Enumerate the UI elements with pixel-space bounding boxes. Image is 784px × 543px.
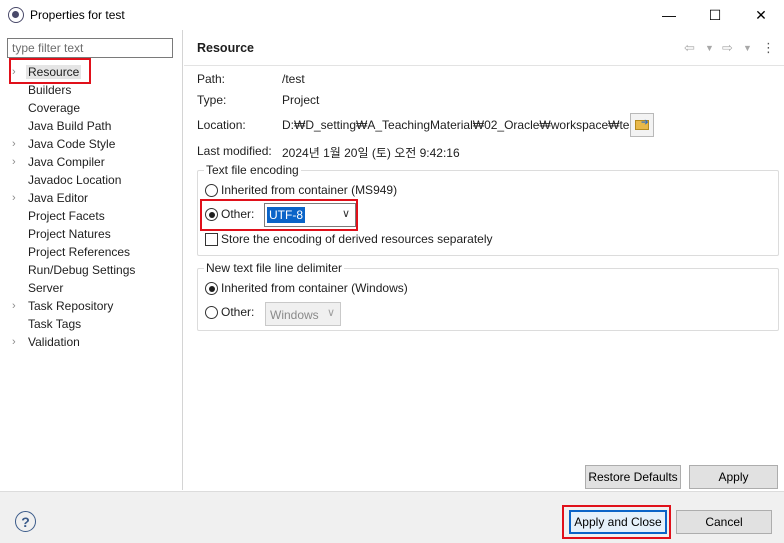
- eclipse-icon: [8, 7, 24, 23]
- window-title: Properties for test: [30, 8, 125, 22]
- tree-item-project-references[interactable]: Project References: [0, 243, 183, 261]
- title-bar: Properties for test — ☐ ✕: [0, 0, 784, 30]
- properties-page: Resource ⇦ ▼ ⇨ ▼ ⋮: [184, 30, 784, 490]
- highlight-box-apply-close: [562, 505, 671, 539]
- maximize-icon[interactable]: ☐: [692, 0, 738, 30]
- tree-item-java-build-path[interactable]: Java Build Path: [0, 117, 183, 135]
- tree-item-task-tags[interactable]: Task Tags: [0, 315, 183, 333]
- tree-item-java-editor[interactable]: › Java Editor: [0, 189, 183, 207]
- tree-item-project-facets[interactable]: Project Facets: [0, 207, 183, 225]
- delimiter-combo-value: Windows: [270, 308, 319, 322]
- forward-dropdown-icon[interactable]: ▼: [743, 43, 752, 53]
- tree-item-java-compiler[interactable]: › Java Compiler: [0, 153, 183, 171]
- restore-defaults-button[interactable]: Restore Defaults: [585, 465, 681, 489]
- store-encoding-label: Store the encoding of derived resources …: [221, 232, 493, 246]
- chevron-right-icon[interactable]: ›: [12, 333, 22, 351]
- delimiter-other-radio[interactable]: [205, 306, 218, 319]
- page-header: Resource ⇦ ▼ ⇨ ▼ ⋮: [184, 30, 784, 66]
- tree-item-java-code-style[interactable]: › Java Code Style: [0, 135, 183, 153]
- chevron-right-icon[interactable]: ›: [12, 297, 22, 315]
- tree-item-project-natures[interactable]: Project Natures: [0, 225, 183, 243]
- type-value: Project: [282, 93, 320, 107]
- highlight-box-resource: [9, 58, 91, 84]
- cancel-button[interactable]: Cancel: [676, 510, 772, 534]
- chevron-down-icon[interactable]: ∨: [327, 306, 335, 319]
- type-label: Type:: [197, 93, 227, 107]
- tree-item-server[interactable]: Server: [0, 279, 183, 297]
- location-label: Location:: [197, 118, 246, 132]
- encoding-inherited-label: Inherited from container (MS949): [221, 183, 398, 197]
- chevron-right-icon[interactable]: ›: [12, 153, 22, 171]
- last-modified-value: 2024년 1월 20일 (토) 오전 9:42:16: [282, 146, 460, 160]
- store-encoding-checkbox[interactable]: [205, 233, 218, 246]
- folder-open-icon: [635, 117, 649, 130]
- page-title: Resource: [197, 41, 254, 55]
- location-value: D:₩D_setting₩A_TeachingMaterial₩02_Oracl…: [282, 118, 639, 132]
- path-value: /test: [282, 72, 305, 86]
- delimiter-inherited-radio[interactable]: [205, 282, 218, 295]
- forward-arrow-icon[interactable]: ⇨: [722, 40, 733, 56]
- tree-item-validation[interactable]: › Validation: [0, 333, 183, 351]
- tree-item-task-repository[interactable]: › Task Repository: [0, 297, 183, 315]
- path-label: Path:: [197, 72, 226, 86]
- chevron-right-icon[interactable]: ›: [12, 135, 22, 153]
- delimiter-combo[interactable]: Windows ∨: [265, 302, 341, 326]
- back-arrow-icon[interactable]: ⇦: [684, 40, 695, 56]
- last-modified-label: Last modified:: [197, 144, 272, 158]
- line-delimiter-legend: New text file line delimiter: [204, 261, 345, 275]
- apply-button[interactable]: Apply: [689, 465, 778, 489]
- highlight-box-other-encoding: [200, 199, 358, 231]
- filter-input[interactable]: [7, 38, 173, 58]
- tree-item-run-debug-settings[interactable]: Run/Debug Settings: [0, 261, 183, 279]
- close-icon[interactable]: ✕: [738, 0, 784, 30]
- tree-item-coverage[interactable]: Coverage: [0, 99, 183, 117]
- chevron-right-icon[interactable]: ›: [12, 189, 22, 207]
- show-in-explorer-button[interactable]: [630, 113, 654, 137]
- back-dropdown-icon[interactable]: ▼: [705, 43, 714, 53]
- tree-item-javadoc-location[interactable]: Javadoc Location: [0, 171, 183, 189]
- delimiter-other-label: Other:: [221, 305, 255, 319]
- view-menu-icon[interactable]: ⋮: [762, 40, 775, 56]
- minimize-icon[interactable]: —: [646, 0, 692, 30]
- sidebar: ›Resource Builders Coverage Java Build P…: [0, 30, 183, 490]
- encoding-inherited-radio[interactable]: [205, 184, 218, 197]
- help-icon[interactable]: ?: [15, 511, 36, 532]
- text-encoding-legend: Text file encoding: [204, 163, 301, 177]
- delimiter-inherited-label: Inherited from container (Windows): [221, 281, 408, 295]
- property-tree: › Resource Builders Coverage Java Build P…: [0, 63, 183, 351]
